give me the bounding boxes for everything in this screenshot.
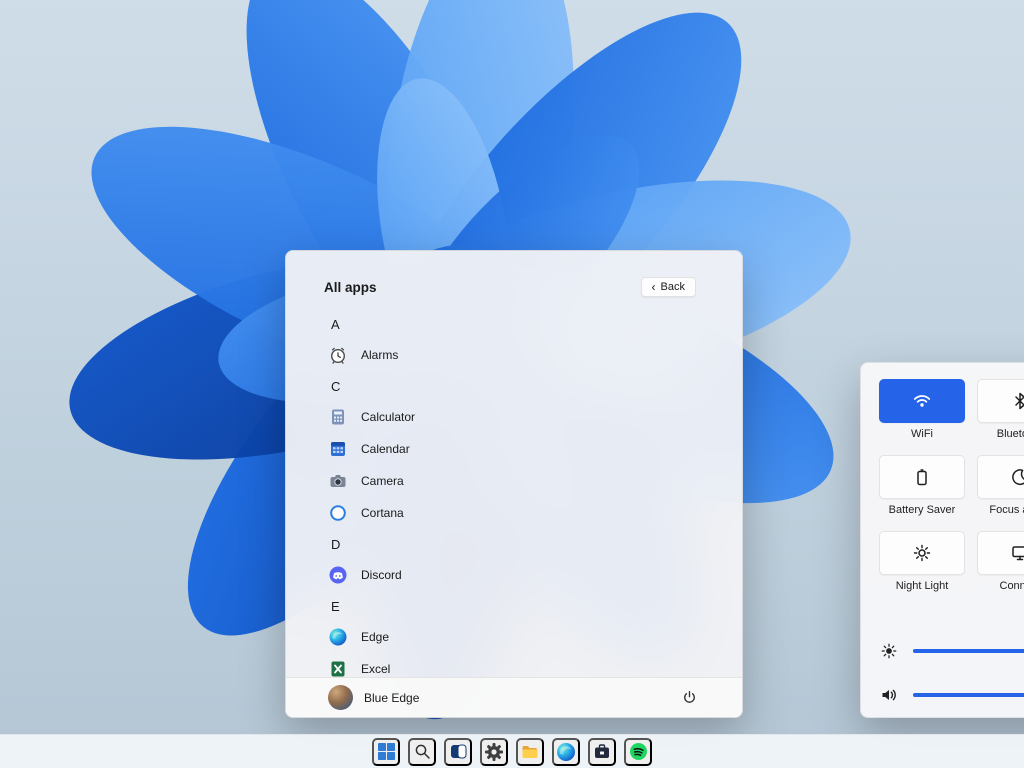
discord-icon [328,565,348,585]
app-item-cortana[interactable]: Cortana [286,497,742,529]
volume-slider-fill [913,693,1024,697]
app-label: Alarms [361,348,398,362]
user-avatar [328,685,353,710]
wifi-label: WiFi [879,428,965,440]
volume-slider[interactable] [913,693,1024,697]
app-item-alarms[interactable]: Alarms [286,339,742,371]
back-button[interactable]: ‹ Back [641,277,696,297]
bluetooth-icon [1010,391,1024,411]
qs-cell-battery-saver: Battery Saver [879,455,965,516]
taskbar-briefcase-button[interactable] [588,738,616,766]
camera-icon [328,471,348,491]
task-view-icon [450,743,467,760]
folder-icon [521,743,539,761]
night-light-toggle[interactable] [879,531,965,575]
focus-assist-icon [1010,467,1024,487]
bluetooth-label: Bluetooth [977,428,1024,440]
section-letter-c[interactable]: C [286,371,742,401]
connect-toggle[interactable] [977,531,1024,575]
focus-assist-label: Focus assist [977,504,1024,516]
app-label: Calendar [361,442,410,456]
app-item-edge[interactable]: Edge [286,621,742,653]
brightness-slider-fill [913,649,1024,653]
edge-icon [328,627,348,647]
app-item-calculator[interactable]: Calculator [286,401,742,433]
letter-label: C [331,379,340,394]
battery-icon [912,467,932,487]
app-item-camera[interactable]: Camera [286,465,742,497]
calculator-icon [328,407,348,427]
wifi-icon [912,391,932,411]
brightness-slider[interactable] [913,649,1024,653]
alarms-icon [328,345,348,365]
taskbar-settings-button[interactable] [480,738,508,766]
section-letter-e[interactable]: E [286,591,742,621]
app-label: Cortana [361,506,404,520]
taskbar-task-view-button[interactable] [444,738,472,766]
user-name: Blue Edge [364,691,419,705]
volume-icon [879,685,899,705]
back-button-label: Back [661,281,685,293]
qs-cell-bluetooth: Bluetooth [977,379,1024,440]
app-label: Edge [361,630,389,644]
volume-slider-row [879,673,1024,717]
focus-assist-toggle[interactable] [977,455,1024,499]
windows-start-icon [378,743,395,760]
taskbar-edge-button[interactable] [552,738,580,766]
briefcase-icon [593,743,611,761]
edge-icon [556,742,576,762]
taskbar [0,734,1024,768]
section-letter-a[interactable]: A [286,309,742,339]
taskbar-start-button[interactable] [372,738,400,766]
cortana-icon [328,503,348,523]
connect-label: Connect [977,580,1024,592]
taskbar-spotify-button[interactable] [624,738,652,766]
letter-label: D [331,537,340,552]
qs-cell-connect: Connect [977,531,1024,592]
battery-saver-toggle[interactable] [879,455,965,499]
app-label: Discord [361,568,402,582]
taskbar-file-explorer-button[interactable] [516,738,544,766]
section-letter-d[interactable]: D [286,529,742,559]
app-item-discord[interactable]: Discord [286,559,742,591]
app-item-calendar[interactable]: Calendar [286,433,742,465]
qs-cell-focus-assist: Focus assist [977,455,1024,516]
wifi-toggle[interactable] [879,379,965,423]
spotify-icon [629,742,648,761]
app-label: Excel [361,662,390,676]
connect-icon [1010,543,1024,563]
app-label: Calculator [361,410,415,424]
power-icon [681,689,698,706]
search-icon [414,743,431,760]
quick-settings-grid: WiFi Bluetooth Battery Saver [879,379,1024,592]
app-label: Camera [361,474,404,488]
excel-icon [328,659,348,679]
bluetooth-toggle[interactable] [977,379,1024,423]
start-menu-footer: Blue Edge [286,677,742,717]
battery-saver-label: Battery Saver [879,504,965,516]
brightness-slider-row [879,629,1024,673]
night-light-label: Night Light [879,580,965,592]
desktop: All apps ‹ Back A Alarms [0,0,1024,768]
app-list: A Alarms C [286,309,742,685]
letter-label: E [331,599,340,614]
start-menu-all-apps: All apps ‹ Back A Alarms [285,250,743,718]
gear-icon [485,743,503,761]
quick-settings-panel: WiFi Bluetooth Battery Saver [860,362,1024,718]
quick-settings-sliders [879,629,1024,717]
taskbar-search-button[interactable] [408,738,436,766]
night-light-icon [912,543,932,563]
chevron-left-icon: ‹ [652,281,656,293]
letter-label: A [331,317,340,332]
qs-cell-night-light: Night Light [879,531,965,592]
brightness-icon [879,642,899,660]
qs-cell-wifi: WiFi [879,379,965,440]
start-menu-header: All apps ‹ Back [286,251,742,297]
calendar-icon [328,439,348,459]
all-apps-title: All apps [324,280,377,295]
user-account-button[interactable]: Blue Edge [328,685,419,710]
power-button[interactable] [674,683,704,713]
